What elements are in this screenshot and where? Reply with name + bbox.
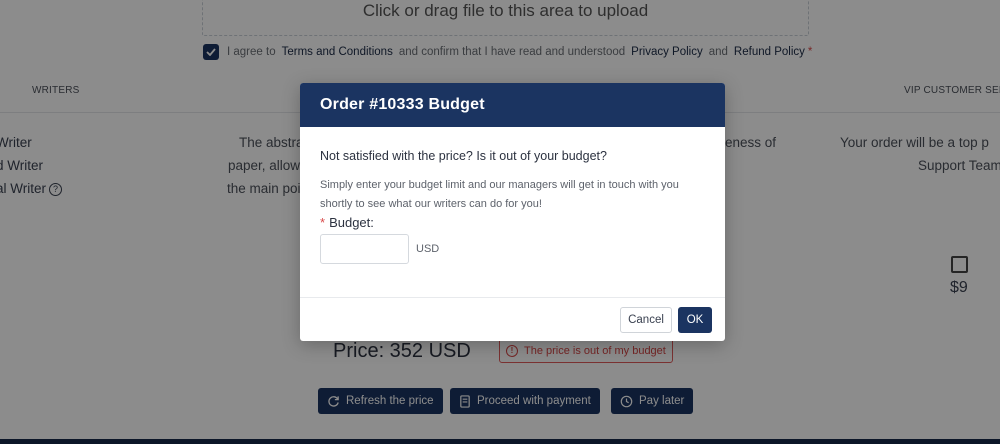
modal-description: Simply enter your budget limit and our m…: [320, 179, 679, 210]
ok-button[interactable]: OK: [678, 307, 712, 333]
budget-label: * Budget:: [320, 215, 705, 230]
budget-input[interactable]: [320, 234, 409, 264]
currency-label: USD: [416, 243, 440, 255]
modal-header: Order #10333 Budget: [300, 83, 725, 127]
cancel-button[interactable]: Cancel: [620, 307, 672, 333]
required-mark: *: [320, 215, 326, 230]
modal-footer: Cancel OK: [300, 297, 725, 341]
modal-title: Order #10333 Budget: [320, 96, 485, 113]
budget-modal: Order #10333 Budget Not satisfied with t…: [300, 83, 725, 341]
modal-heading: Not satisfied with the price? Is it out …: [320, 149, 607, 163]
budget-row: USD: [320, 234, 705, 264]
modal-body: Not satisfied with the price? Is it out …: [300, 127, 725, 264]
budget-label-text: Budget:: [329, 215, 374, 230]
